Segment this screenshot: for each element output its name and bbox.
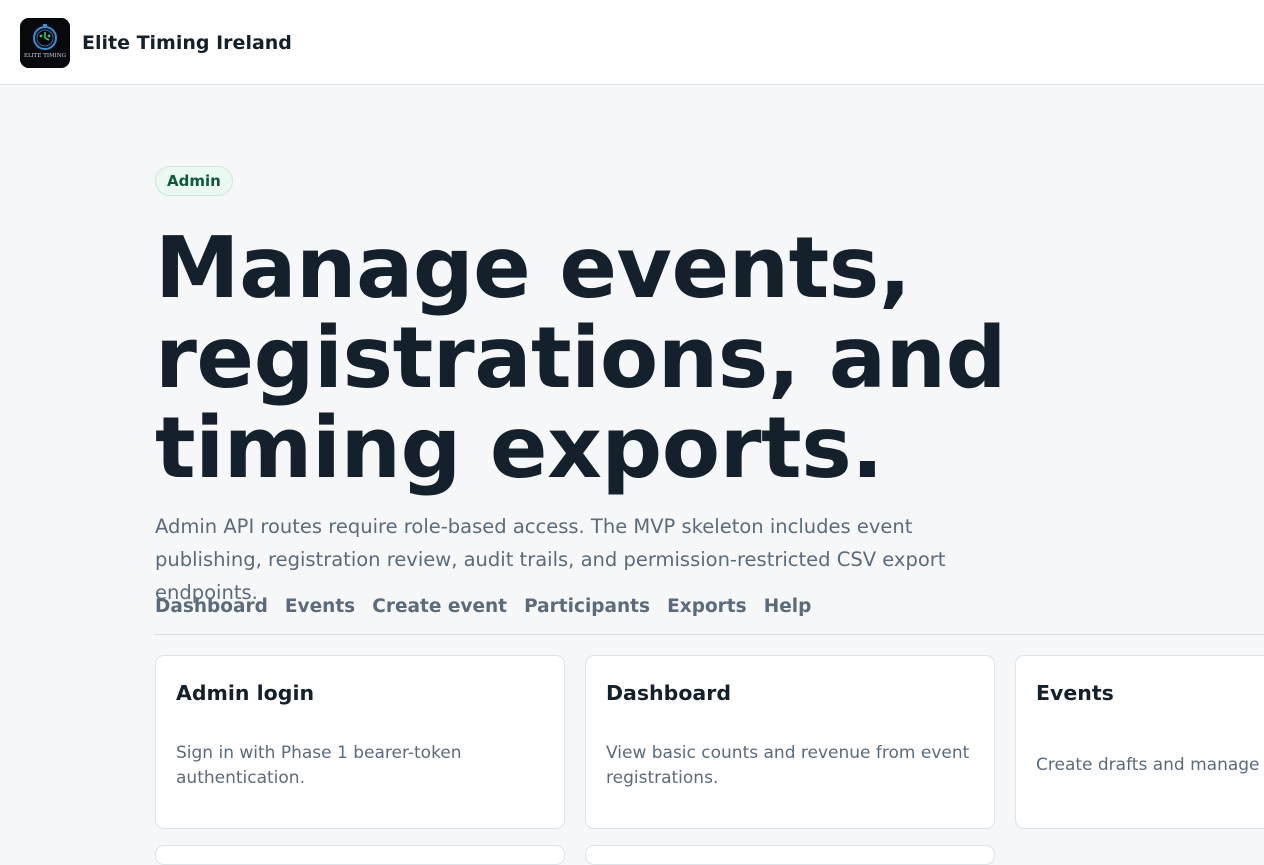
subnav-exports-link[interactable]: Exports [667, 593, 747, 621]
subnav-create-event-link[interactable]: Create event [372, 593, 507, 621]
page-title: Manage events, registrations, and timing… [155, 219, 1006, 498]
brand-logo[interactable]: ELITE TIMING [20, 18, 70, 68]
card-title: Events [1036, 681, 1114, 705]
card-title: Dashboard [606, 681, 732, 705]
card-description: Create drafts and manage ca [1036, 755, 1264, 775]
role-badge: Admin [155, 166, 233, 196]
card-description: Sign in with Phase 1 bearer-token authen… [176, 743, 462, 788]
card-title: Admin login [176, 681, 315, 705]
subnav-participants-link[interactable]: Participants [524, 593, 650, 621]
card-row-2-item[interactable] [585, 845, 995, 865]
card-dashboard[interactable]: Dashboard View basic counts and revenue … [585, 655, 995, 829]
brand-name[interactable]: Elite Timing Ireland [82, 31, 292, 55]
card-events[interactable]: Events Create drafts and manage ca [1015, 655, 1264, 829]
svg-text:ELITE TIMING: ELITE TIMING [24, 53, 66, 59]
admin-subnav: Dashboard Events Create event Participan… [155, 593, 1264, 635]
card-admin-login[interactable]: Admin login Sign in with Phase 1 bearer-… [155, 655, 565, 829]
subnav-dashboard-link[interactable]: Dashboard [155, 593, 268, 621]
stopwatch-icon: ELITE TIMING [20, 18, 70, 68]
card-description: View basic counts and revenue from event… [606, 743, 970, 788]
subnav-events-link[interactable]: Events [285, 593, 355, 621]
card-row-2-item[interactable] [155, 845, 565, 865]
subnav-help-link[interactable]: Help [764, 593, 812, 621]
top-bar: ELITE TIMING Elite Timing Ireland [0, 0, 1264, 85]
